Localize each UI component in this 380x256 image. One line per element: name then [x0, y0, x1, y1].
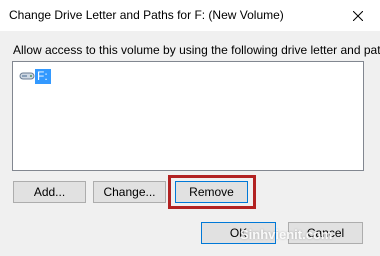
drive-paths-listbox[interactable]: F:: [12, 61, 364, 171]
close-icon: [352, 10, 363, 21]
title-bar: Change Drive Letter and Paths for F: (Ne…: [0, 0, 380, 31]
drive-icon: [19, 72, 35, 80]
window-title: Change Drive Letter and Paths for F: (Ne…: [9, 8, 284, 22]
cancel-button[interactable]: Cancel: [288, 222, 363, 244]
ok-button[interactable]: OK: [201, 222, 276, 244]
list-item[interactable]: F:: [19, 68, 51, 84]
change-button[interactable]: Change...: [93, 181, 166, 203]
change-drive-letter-dialog: Change Drive Letter and Paths for F: (Ne…: [0, 0, 380, 256]
instruction-text: Allow access to this volume by using the…: [13, 43, 380, 57]
add-button[interactable]: Add...: [13, 181, 86, 203]
list-item-label: F:: [35, 68, 51, 84]
remove-button[interactable]: Remove: [175, 181, 248, 203]
close-button[interactable]: [335, 0, 380, 31]
